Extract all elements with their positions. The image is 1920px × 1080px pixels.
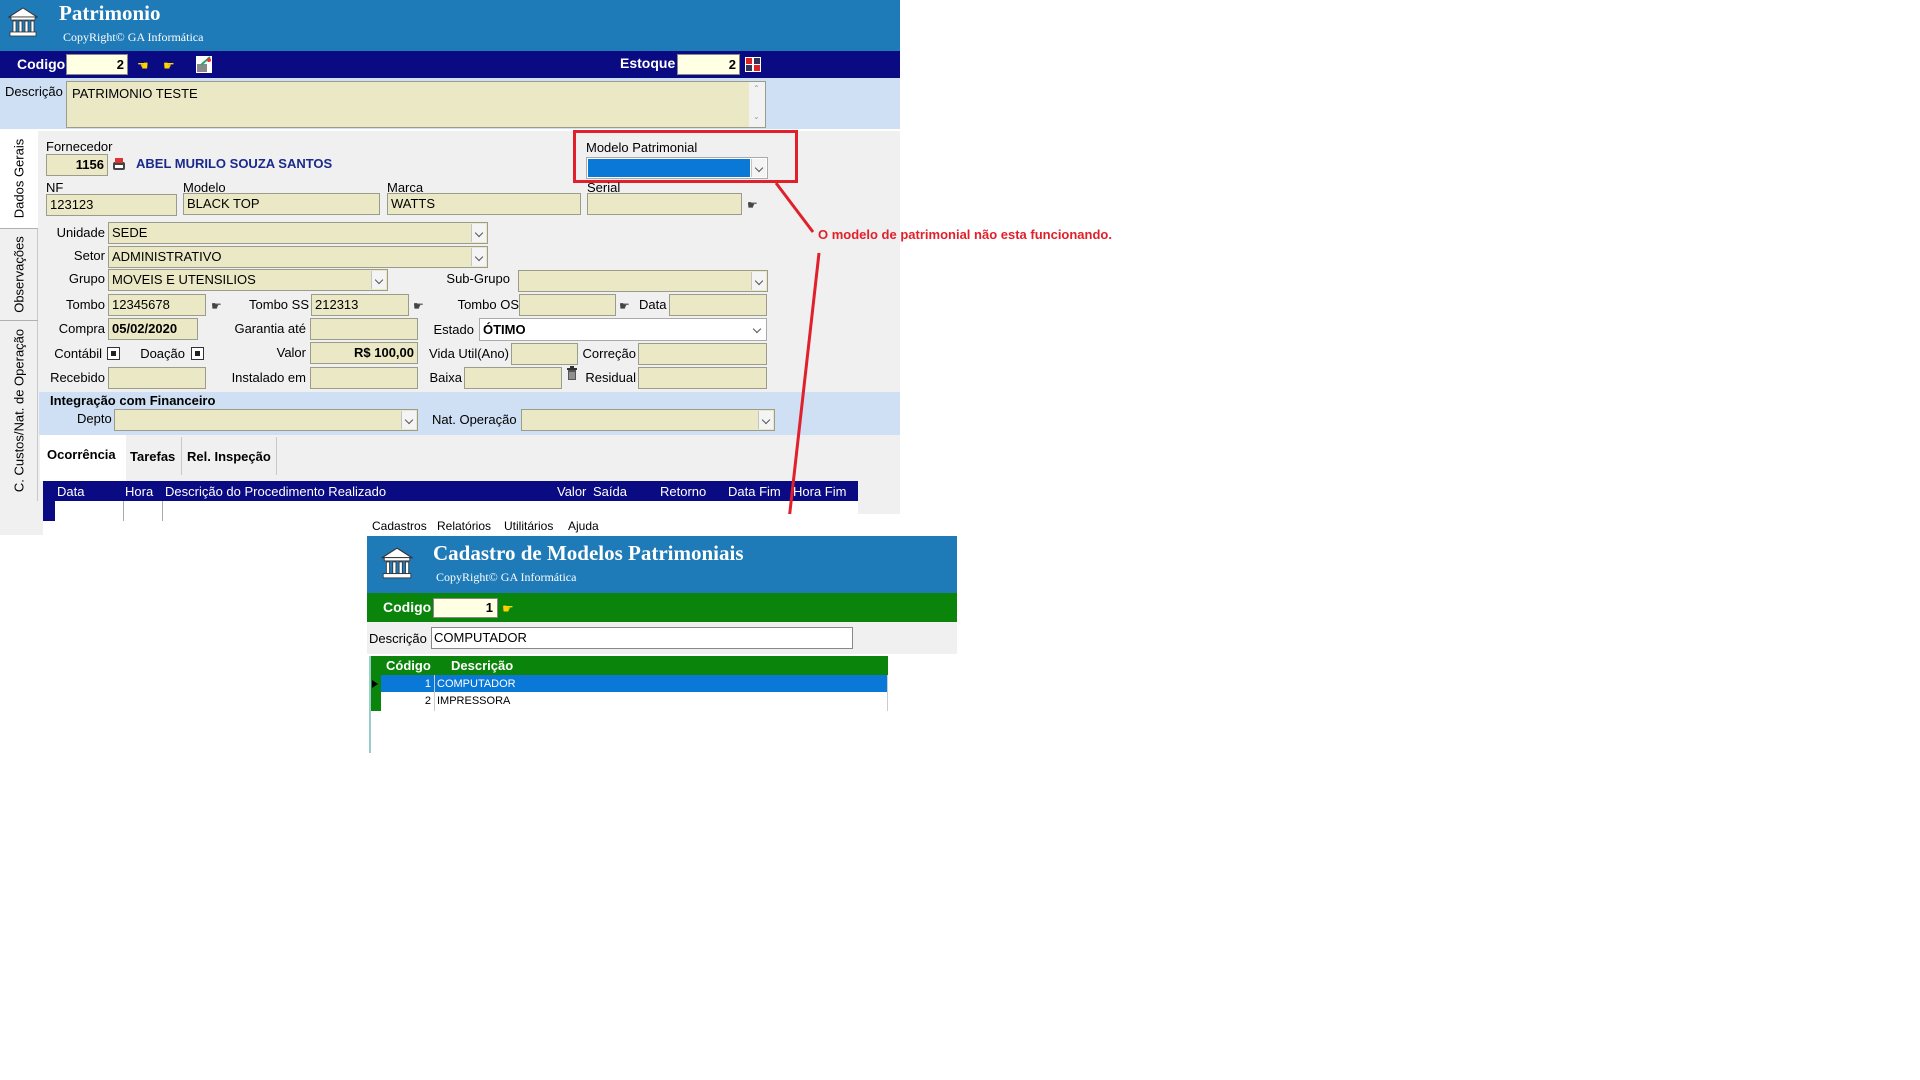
cell-codigo: 2	[424, 695, 431, 707]
menu-cadastros[interactable]: Cadastros	[372, 519, 427, 533]
table-row[interactable]: 2 IMPRESSORA	[381, 692, 888, 709]
modelos-grid-header: Código Descrição	[371, 656, 888, 675]
cell-descricao: COMPUTADOR	[437, 678, 516, 690]
modelos-window: Cadastros Relatórios Utilitários Ajuda C…	[367, 514, 957, 759]
modelos-col-codigo[interactable]: Código	[386, 658, 431, 673]
table-row[interactable]: 1 COMPUTADOR	[381, 675, 888, 692]
modelos-descricao-input[interactable]: COMPUTADOR	[431, 627, 853, 649]
modelos-codigo-input[interactable]: 1	[433, 598, 498, 618]
building-icon	[380, 546, 414, 580]
modelos-codigo-label: Codigo	[383, 599, 432, 615]
modelos-header: Cadastro de Modelos Patrimoniais CopyRig…	[367, 536, 957, 593]
grid-column-divider	[434, 675, 435, 711]
modelos-descricao-section: Descrição COMPUTADOR	[367, 622, 957, 654]
modelos-menubar: Cadastros Relatórios Utilitários Ajuda	[367, 514, 957, 536]
cell-descricao: IMPRESSORA	[437, 695, 511, 707]
modelos-title: Cadastro de Modelos Patrimoniais	[433, 541, 744, 565]
modelos-copyright: CopyRight© GA Informática	[436, 570, 577, 584]
menu-ajuda[interactable]: Ajuda	[568, 519, 599, 533]
menu-utilitarios[interactable]: Utilitários	[504, 519, 553, 533]
grid-right-border	[887, 675, 888, 711]
modelos-codigo-bar: Codigo 1 ☛	[367, 593, 957, 622]
modelos-col-descricao[interactable]: Descrição	[451, 658, 513, 673]
modelos-grid: Código Descrição 1 COMPUTADOR 2 IMPRESSO…	[369, 656, 888, 753]
menu-relatorios[interactable]: Relatórios	[437, 519, 491, 533]
modelos-descricao-label: Descrição	[369, 631, 427, 646]
cell-codigo: 1	[424, 678, 431, 690]
annotation-arrow	[774, 182, 821, 539]
modelos-lookup-hand-icon[interactable]: ☛	[502, 601, 514, 617]
current-row-arrow-icon	[372, 680, 378, 688]
